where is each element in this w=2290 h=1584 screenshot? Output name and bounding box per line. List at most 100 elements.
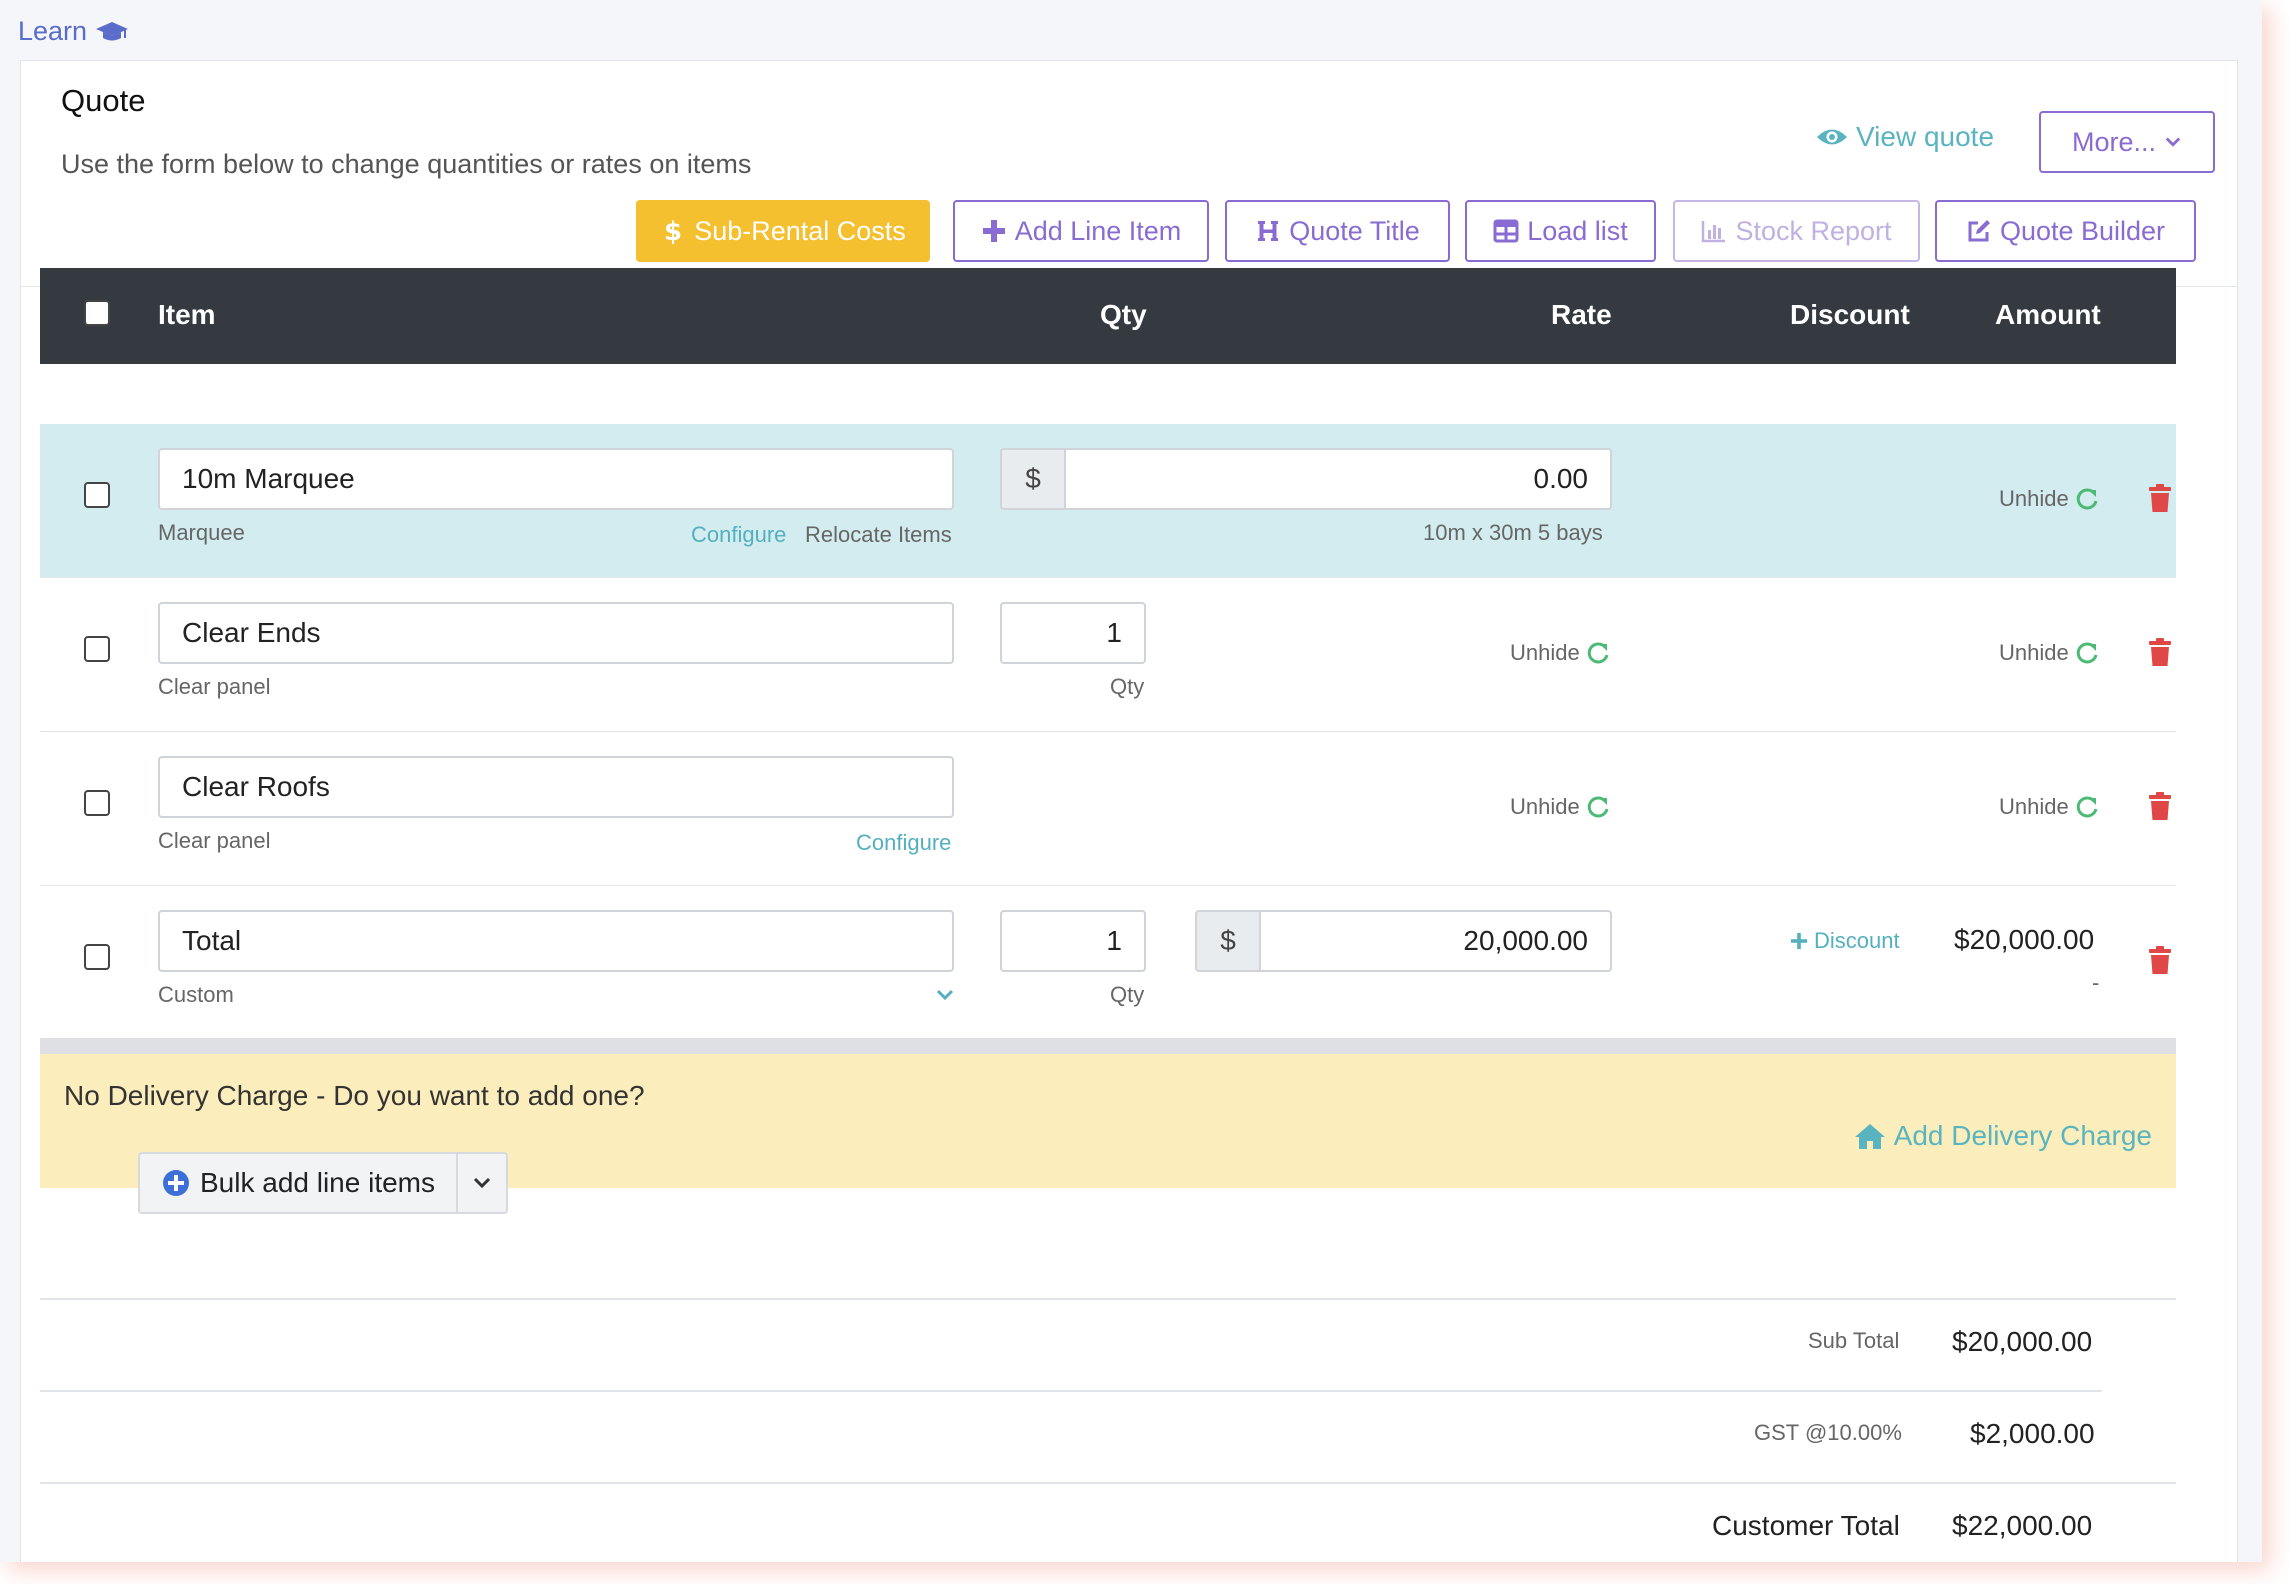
quote-title-label: Quote Title	[1289, 215, 1420, 246]
page-subtitle: Use the form below to change quantities …	[61, 149, 752, 179]
qty-label: Qty	[1110, 982, 1145, 1007]
view-quote-link[interactable]: View quote	[1816, 121, 1994, 153]
col-amount: Amount	[1995, 299, 2101, 330]
quote-builder-button[interactable]: Quote Builder	[1935, 200, 2196, 262]
quote-title-button[interactable]: Quote Title	[1225, 200, 1450, 262]
trash-icon[interactable]	[2148, 792, 2172, 820]
bulk-add-dropdown-toggle[interactable]	[458, 1154, 506, 1212]
table-icon	[1493, 219, 1519, 243]
col-rate: Rate	[1551, 299, 1612, 330]
rate-unhide-link[interactable]: Unhide	[1510, 640, 1610, 666]
currency-addon: $	[1195, 910, 1261, 972]
learn-link[interactable]: Learn	[18, 16, 129, 47]
trash-icon[interactable]	[2148, 638, 2172, 666]
row-checkbox[interactable]	[84, 482, 110, 508]
edit-icon	[1968, 220, 1990, 242]
plus-circle-icon	[163, 1170, 189, 1196]
amount-unhide-link[interactable]: Unhide	[1999, 640, 2099, 666]
page-title: Quote	[61, 83, 146, 118]
sub-total-value: $20,000.00	[1952, 1326, 2093, 1357]
table-header: Item Qty Rate Discount Amount	[40, 268, 2176, 364]
trash-icon[interactable]	[2148, 946, 2172, 974]
item-category: Clear panel	[158, 674, 271, 699]
rate-input[interactable]: 0.00	[1064, 448, 1612, 510]
gst-label: GST @10.00%	[1754, 1420, 1902, 1445]
amount-note: -	[2092, 970, 2100, 995]
unhide-label: Unhide	[1999, 486, 2069, 511]
item-category: Custom	[158, 982, 234, 1007]
redo-icon	[2076, 488, 2098, 510]
heading-icon	[1258, 221, 1279, 241]
graduation-cap-icon	[96, 21, 129, 40]
gst-value: $2,000.00	[1970, 1418, 2095, 1449]
qty-input[interactable]: 1	[1000, 602, 1146, 664]
quote-builder-label: Quote Builder	[1999, 215, 2166, 246]
item-name-input[interactable]: 10m Marquee	[158, 448, 954, 510]
item-category: Marquee	[158, 520, 245, 545]
chevron-down-icon	[2165, 137, 2181, 147]
redo-icon	[2076, 796, 2098, 818]
load-list-label: Load list	[1527, 215, 1628, 246]
table-row: Total Custom 1 Qty $ 20,000.00 Discount …	[40, 886, 2176, 1040]
more-dropdown-button[interactable]: More...	[2039, 111, 2215, 173]
customer-total-label: Customer Total	[1712, 1510, 1900, 1541]
item-name-input[interactable]: Clear Roofs	[158, 756, 954, 818]
table-row: 10m Marquee Marquee Configure Relocate I…	[40, 424, 2176, 578]
col-item: Item	[158, 299, 216, 330]
svg-text:$: $	[664, 218, 682, 244]
amount-unhide-link[interactable]: Unhide	[1999, 794, 2099, 820]
qty-input[interactable]: 1	[1000, 910, 1146, 972]
select-all-checkbox[interactable]	[84, 300, 110, 326]
configure-link[interactable]: Configure	[856, 830, 951, 856]
add-delivery-label: Add Delivery Charge	[1893, 1120, 2152, 1151]
rate-input[interactable]: 20,000.00	[1259, 910, 1612, 972]
trash-icon[interactable]	[2148, 484, 2172, 512]
eye-icon	[1817, 129, 1847, 145]
delivery-question: No Delivery Charge - Do you want to add …	[64, 1080, 645, 1111]
add-line-item-button[interactable]: Add Line Item	[953, 200, 1209, 262]
home-icon	[1854, 1124, 1885, 1149]
row-checkbox[interactable]	[84, 944, 110, 970]
dollar-icon: $	[664, 218, 682, 244]
add-delivery-charge-link[interactable]: Add Delivery Charge	[1854, 1120, 2152, 1152]
more-label: More...	[2071, 126, 2157, 157]
view-quote-label: View quote	[1856, 121, 1995, 152]
relocate-items-link[interactable]: Relocate Items	[805, 522, 952, 548]
stock-report-button[interactable]: Stock Report	[1673, 200, 1920, 262]
row-checkbox[interactable]	[84, 636, 110, 662]
amount-unhide-link[interactable]: Unhide	[1999, 486, 2099, 512]
unhide-label: Unhide	[1510, 640, 1580, 665]
row-amount: $20,000.00	[1954, 924, 2095, 955]
plus-icon	[1790, 932, 1808, 950]
bar-chart-icon	[1702, 221, 1726, 243]
add-discount-link[interactable]: Discount	[1790, 928, 1900, 954]
item-category: Clear panel	[158, 828, 271, 853]
table-row: Clear Roofs Clear panel Configure Unhide…	[40, 732, 2176, 886]
bulk-add-button[interactable]: Bulk add line items	[140, 1154, 458, 1212]
bulk-add-split-button: Bulk add line items	[138, 1152, 508, 1214]
redo-icon	[2076, 642, 2098, 664]
divider	[40, 1390, 2102, 1392]
plus-icon	[982, 220, 1005, 242]
rate-unhide-link[interactable]: Unhide	[1510, 794, 1610, 820]
add-line-item-label: Add Line Item	[1014, 215, 1182, 246]
sub-rental-label: Sub-Rental Costs	[694, 215, 906, 246]
sub-rental-costs-button[interactable]: $ Sub-Rental Costs	[636, 200, 930, 262]
row-checkbox[interactable]	[84, 790, 110, 816]
load-list-button[interactable]: Load list	[1465, 200, 1656, 262]
divider	[40, 1298, 2176, 1300]
customer-total-value: $22,000.00	[1952, 1510, 2093, 1541]
sub-total-label: Sub Total	[1808, 1328, 1900, 1353]
rate-note: 10m x 30m 5 bays	[1423, 520, 1603, 545]
card-header: Quote Use the form below to change quant…	[21, 61, 2237, 287]
table-row: Clear Ends Clear panel 1 Qty Unhide Unhi…	[40, 578, 2176, 732]
table-separator	[40, 1038, 2176, 1054]
item-name-input[interactable]: Clear Ends	[158, 602, 954, 664]
chevron-down-icon[interactable]	[936, 988, 954, 1002]
currency-addon: $	[1000, 448, 1066, 510]
item-name-input[interactable]: Total	[158, 910, 954, 972]
learn-label: Learn	[18, 16, 88, 46]
configure-link[interactable]: Configure	[691, 522, 786, 548]
col-discount: Discount	[1790, 299, 1910, 330]
unhide-label: Unhide	[1999, 640, 2069, 665]
